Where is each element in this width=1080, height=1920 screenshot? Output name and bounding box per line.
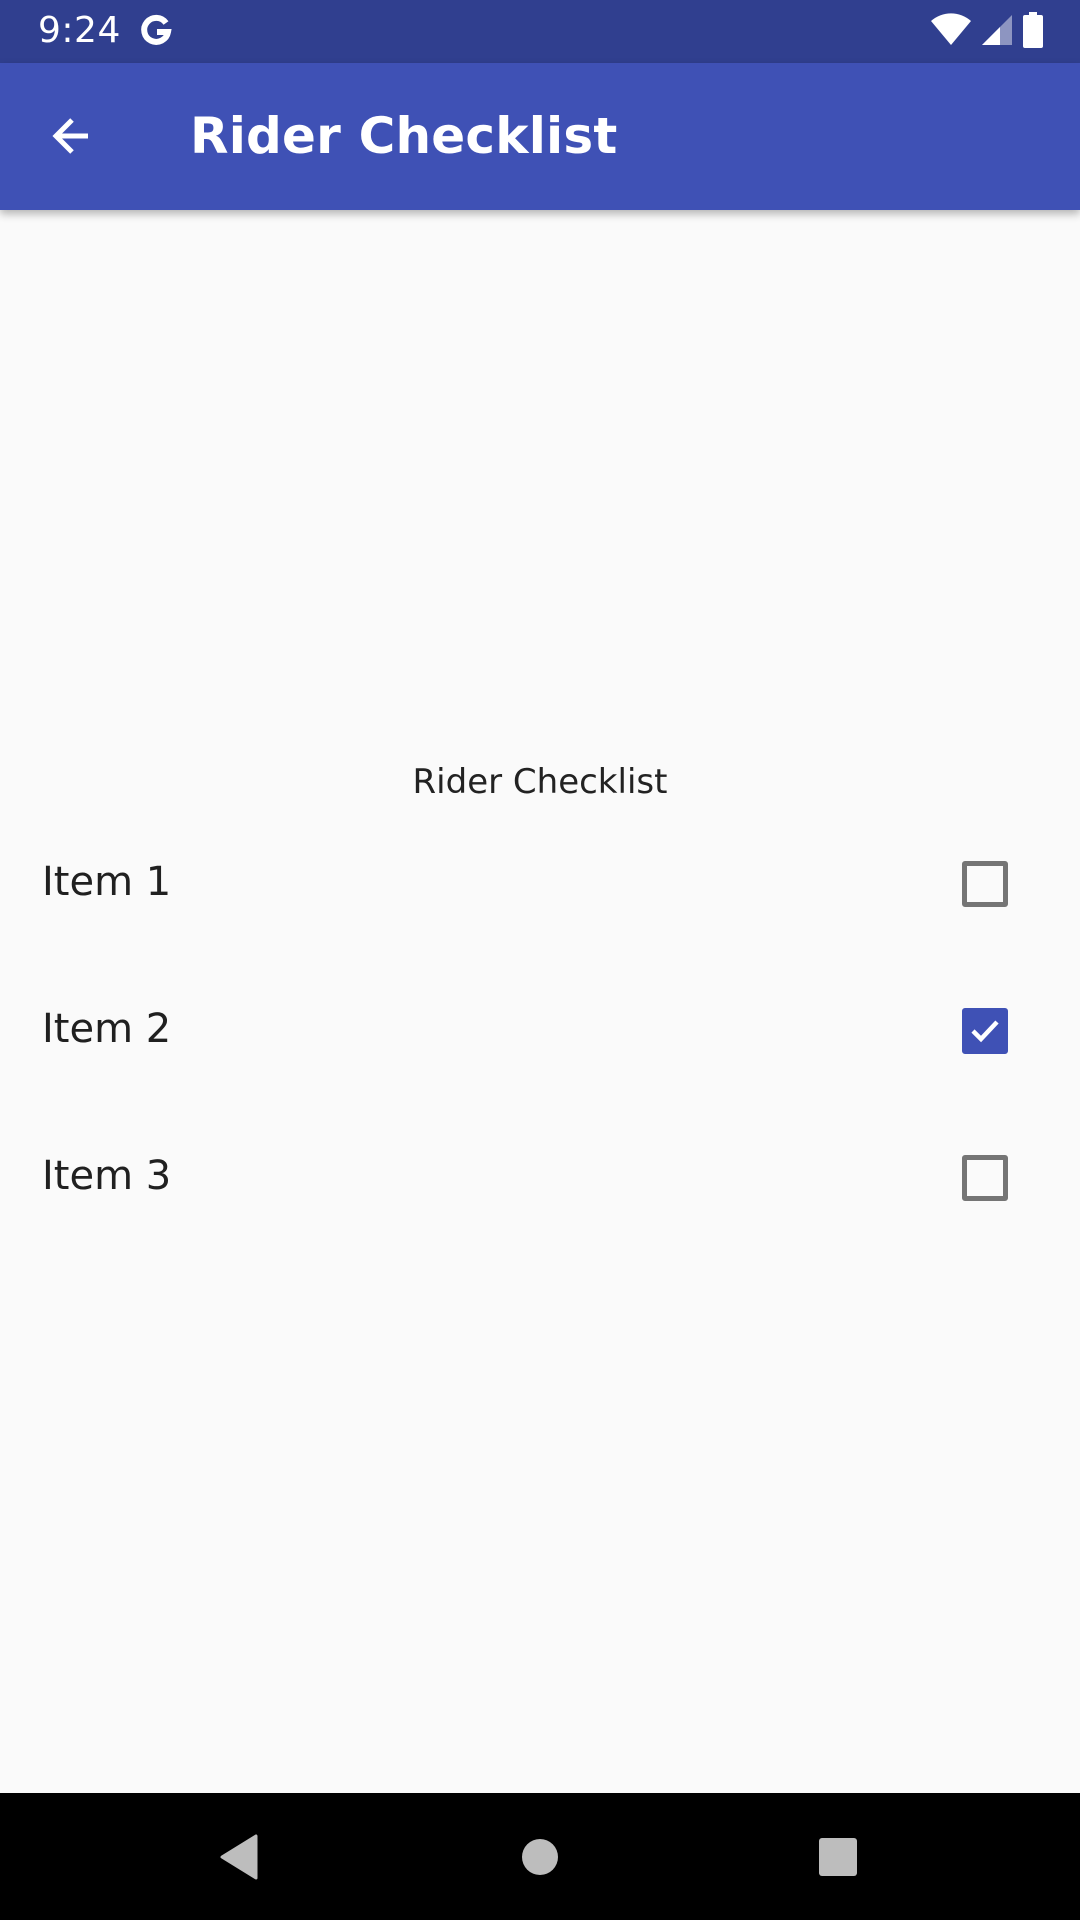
cellular-signal-icon (980, 13, 1014, 52)
nav-home-button[interactable] (504, 1821, 576, 1893)
status-icons (930, 11, 1044, 53)
checklist-row-item-1: Item 1 (0, 827, 1080, 974)
checklist-item-label: Item 3 (42, 1153, 172, 1199)
app-bar-title: Rider Checklist (190, 107, 618, 165)
checklist: Item 1 Item 2 Item 3 (0, 827, 1080, 1268)
checklist-item-label: Item 1 (42, 859, 172, 905)
nav-recents-button[interactable] (802, 1821, 874, 1893)
main-content: Rider Checklist Item 1 Item 2 Item 3 (0, 210, 1080, 1793)
nav-back-button[interactable] (204, 1821, 276, 1893)
checklist-row-item-3: Item 3 (0, 1121, 1080, 1268)
checkbox-item-1[interactable] (962, 861, 1008, 907)
status-time: 9:24 (38, 10, 121, 51)
checklist-heading: Rider Checklist (412, 762, 668, 802)
google-g-icon (136, 10, 176, 50)
back-triangle-icon (220, 1834, 258, 1880)
checklist-row-item-2: Item 2 (0, 974, 1080, 1121)
checkbox-item-3[interactable] (962, 1155, 1008, 1201)
arrow-back-icon (48, 112, 96, 165)
navigation-bar (0, 1793, 1080, 1920)
status-bar: 9:24 (0, 0, 1080, 63)
back-button[interactable] (30, 96, 114, 180)
recents-square-icon (819, 1838, 857, 1876)
checkbox-item-2[interactable] (962, 1008, 1008, 1054)
checkmark-icon (971, 1020, 999, 1043)
home-circle-icon (522, 1839, 558, 1875)
checklist-item-label: Item 2 (42, 1006, 172, 1052)
battery-icon (1022, 11, 1044, 53)
app-bar: Rider Checklist (0, 63, 1080, 210)
wifi-icon (930, 12, 972, 52)
